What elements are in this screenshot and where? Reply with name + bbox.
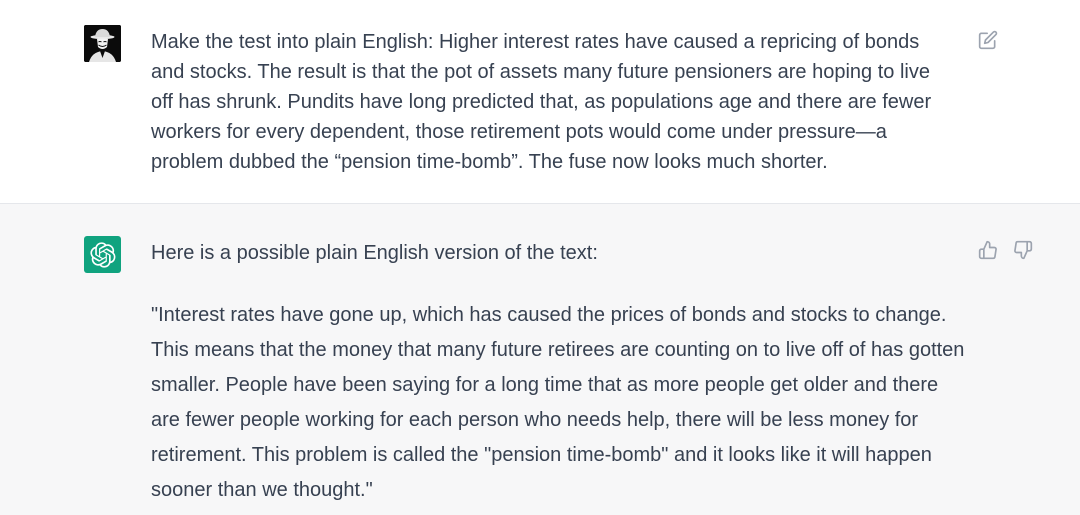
assistant-intro-text: Here is a possible plain English version…: [151, 242, 598, 264]
thumbs-up-icon: [978, 240, 997, 260]
edit-icon: [978, 30, 998, 50]
conversation-thread: Make the test into plain English: Higher…: [0, 0, 1080, 515]
user-message-text: Make the test into plain English: Higher…: [151, 31, 932, 173]
user-avatar: [84, 25, 121, 62]
assistant-avatar: [84, 236, 121, 273]
edit-button[interactable]: [977, 29, 999, 51]
user-message: Make the test into plain English: Higher…: [0, 0, 1080, 204]
thumbs-down-button[interactable]: [1012, 239, 1034, 261]
openai-logo-icon: [89, 241, 115, 268]
assistant-response-text: "Interest rates have gone up, which has …: [151, 304, 965, 501]
masked-figure-icon: [84, 25, 121, 62]
thumbs-up-button[interactable]: [977, 239, 999, 261]
thumbs-down-icon: [1014, 240, 1033, 260]
